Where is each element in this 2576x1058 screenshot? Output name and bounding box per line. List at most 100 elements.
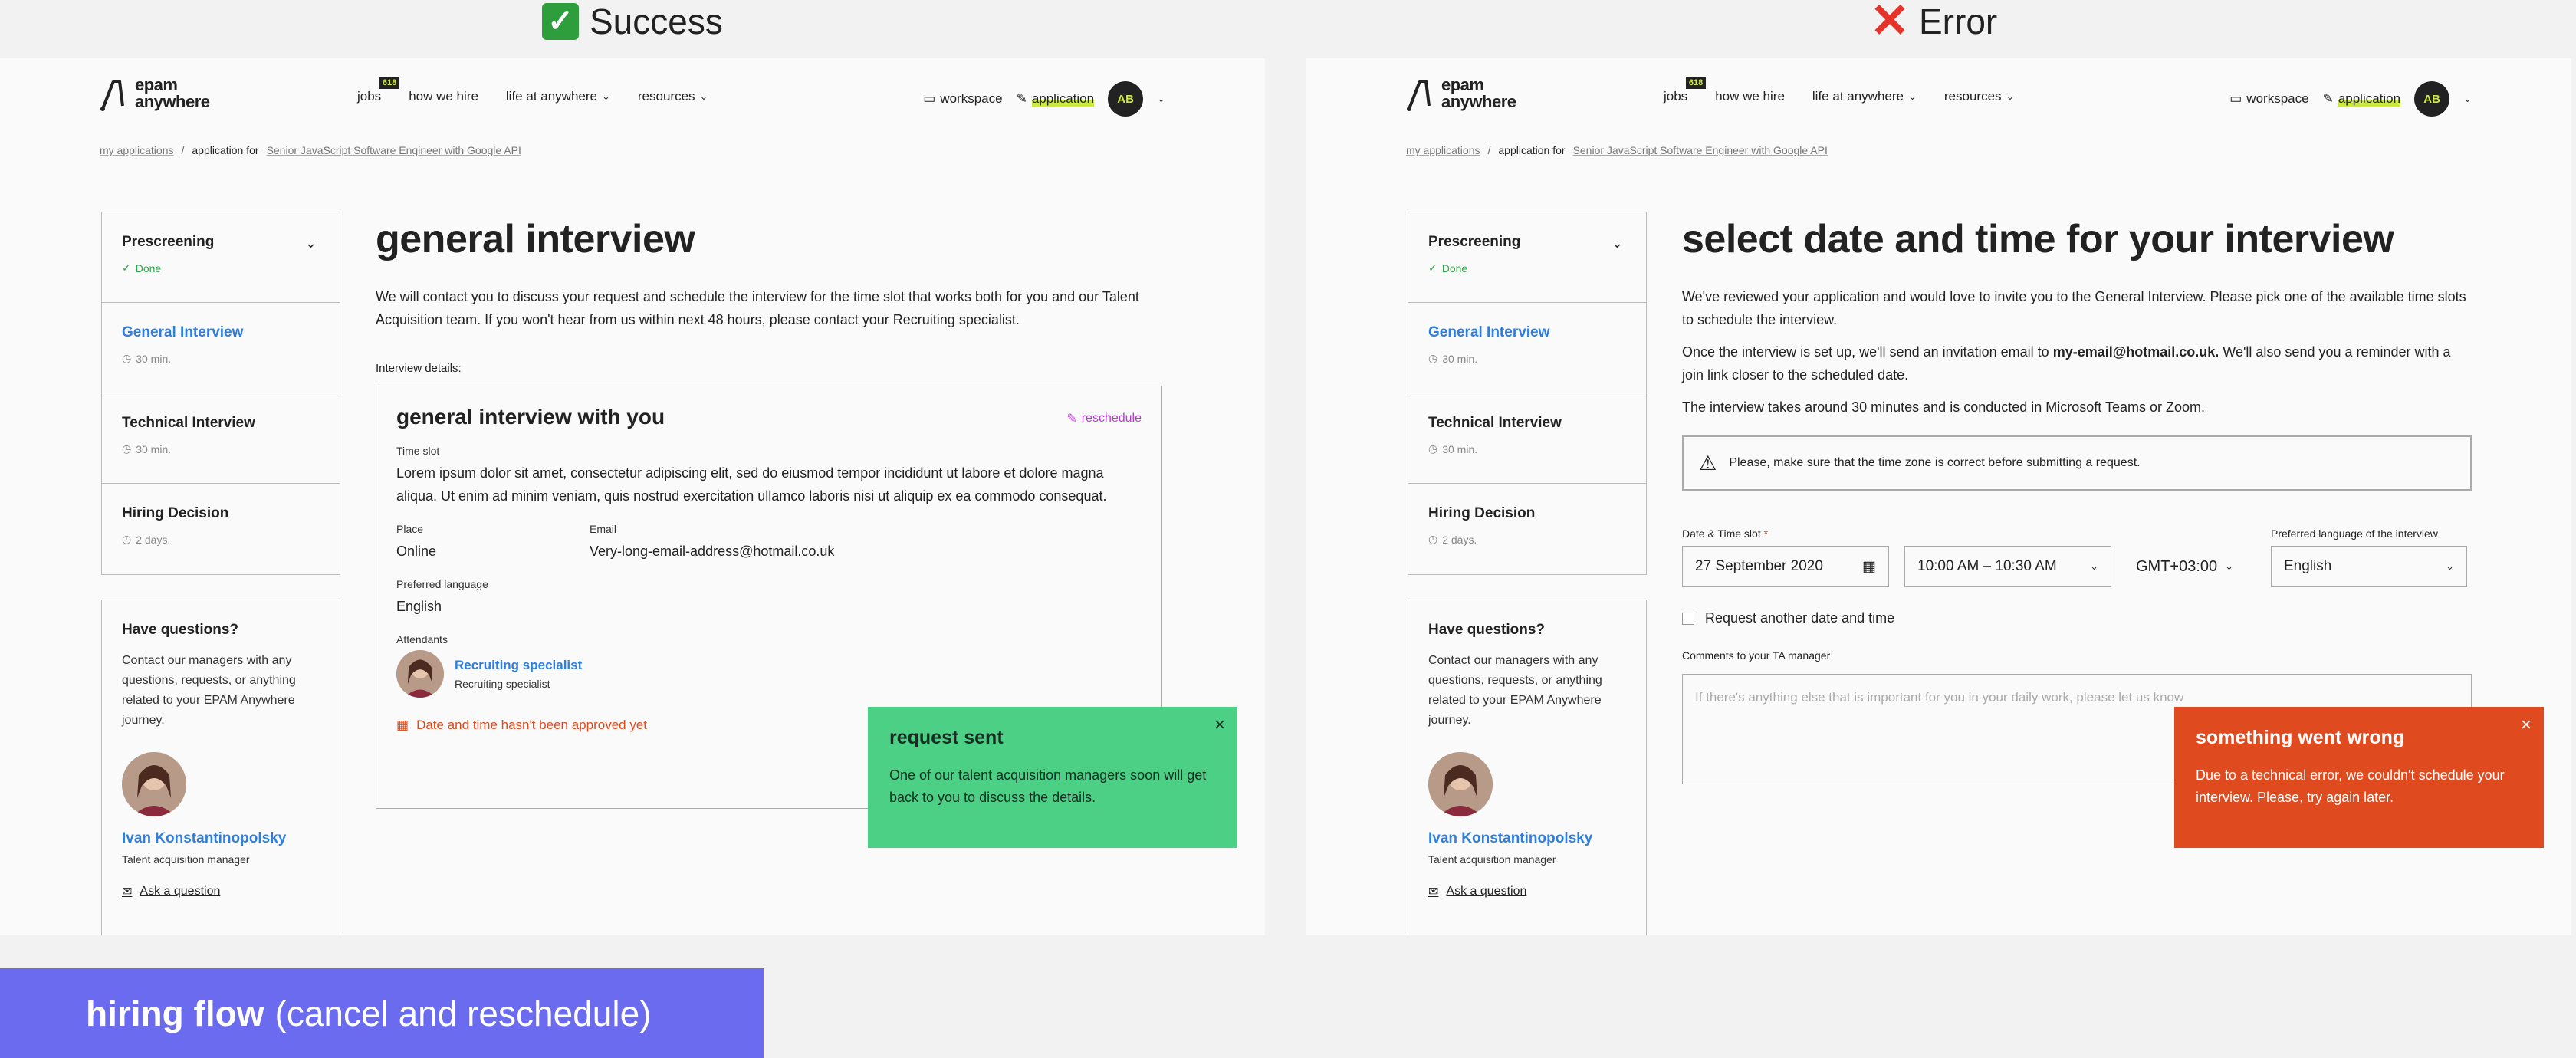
nav-life-at-anywhere[interactable]: life at anywhere ⌄	[506, 89, 610, 104]
schedule-content: select date and time for your interview …	[1682, 212, 2472, 784]
nav-resources-label: resources	[637, 89, 695, 104]
step-general-interview[interactable]: General Interview ◷ 30 min.	[1408, 303, 1646, 393]
nav-jobs[interactable]: jobs 618	[1664, 77, 1707, 104]
check-mark-icon: ✓	[542, 3, 579, 40]
chevron-down-icon[interactable]: ⌄	[1157, 93, 1165, 105]
document-icon: ✎	[1016, 91, 1027, 106]
ask-question-link[interactable]: ✉ Ask a question	[122, 884, 320, 899]
step-hiring-decision[interactable]: Hiring Decision ◷ 2 days.	[102, 484, 340, 574]
language-select[interactable]: English ⌄	[2271, 546, 2467, 587]
step-title: Prescreening	[1428, 234, 1521, 250]
language-value: English	[396, 599, 442, 614]
toast-title: request sent	[889, 727, 1004, 748]
attendant-name[interactable]: Recruiting specialist	[455, 658, 582, 673]
ask-question-label: Ask a question	[1446, 885, 1527, 898]
ask-question-link[interactable]: ✉ Ask a question	[1428, 884, 1626, 899]
step-title: Prescreening	[122, 234, 215, 250]
breadcrumb-application-for: application for	[192, 144, 259, 156]
breadcrumb-my-applications[interactable]: my applications	[100, 144, 174, 156]
timer-icon: ◷	[1428, 442, 1438, 455]
nav-jobs-label: jobs	[357, 89, 382, 104]
email-info-address: my-email@hotmail.co.uk.	[2052, 344, 2220, 360]
nav-resources[interactable]: resources ⌄	[1944, 89, 2015, 104]
time-slot-select[interactable]: 10:00 AM – 10:30 AM ⌄	[1904, 546, 2111, 587]
step-prescreening[interactable]: Prescreening ✓ Done ⌄	[1408, 212, 1646, 303]
manager-avatar	[1428, 752, 1493, 816]
jobs-count-badge: 618	[1685, 77, 1707, 89]
manager-name[interactable]: Ivan Konstantinopolsky	[122, 830, 320, 847]
breadcrumb-my-applications[interactable]: my applications	[1406, 144, 1480, 156]
step-title: General Interview	[122, 324, 244, 340]
logo-bottom: anywhere	[1441, 92, 1516, 111]
timer-icon: ◷	[122, 352, 132, 364]
timezone-value: GMT+03:00	[2136, 557, 2218, 575]
epam-anywhere-logo[interactable]: epam anywhere	[1406, 75, 1516, 112]
page-title: select date and time for your interview	[1682, 217, 2394, 261]
application-label: application	[2338, 91, 2401, 107]
step-prescreening[interactable]: Prescreening ✓ Done ⌄	[102, 212, 340, 303]
breadcrumb-separator: /	[1487, 144, 1491, 156]
nav-life-at-anywhere[interactable]: life at anywhere ⌄	[1812, 89, 1917, 104]
nav-resources[interactable]: resources ⌄	[638, 89, 708, 104]
request-another-label: Request another date and time	[1705, 610, 1895, 626]
toast-title: something went wrong	[2196, 727, 2405, 748]
cross-mark-icon: ✕	[1870, 0, 1910, 48]
step-status-text: Done	[1441, 261, 1468, 274]
nav-jobs[interactable]: jobs 618	[357, 77, 400, 104]
application-link[interactable]: ✎ application	[2323, 91, 2401, 107]
help-text: Contact our managers with any questions,…	[122, 654, 296, 727]
success-caption-text: Success	[590, 2, 723, 41]
step-technical-interview[interactable]: Technical Interview ◷ 30 min.	[102, 393, 340, 484]
time-slot-label: Time slot	[396, 445, 440, 457]
help-card: Have questions? Contact our managers wit…	[1408, 600, 1647, 935]
duration-info-text: The interview takes around 30 minutes an…	[1682, 399, 2205, 415]
epam-anywhere-logo[interactable]: epam anywhere	[100, 75, 210, 112]
manager-name[interactable]: Ivan Konstantinopolsky	[1428, 830, 1626, 847]
logo-mark-icon	[100, 80, 124, 111]
step-duration: ◷ 30 min.	[1428, 352, 1626, 365]
step-general-interview[interactable]: General Interview ◷ 30 min.	[102, 303, 340, 393]
step-duration-text: 30 min.	[1442, 442, 1478, 455]
user-avatar[interactable]: AB	[2414, 81, 2450, 117]
person-photo-icon	[396, 650, 444, 698]
chevron-down-icon[interactable]: ⌄	[305, 235, 317, 251]
step-duration-text: 30 min.	[136, 352, 172, 365]
date-value: 27 September 2020	[1695, 558, 1823, 574]
main-nav: jobs 618 how we hire life at anywhere ⌄ re…	[357, 77, 708, 104]
check-icon: ✓	[122, 261, 131, 274]
date-label-text: Date & Time slot	[1682, 527, 1761, 540]
check-icon: ✓	[1428, 261, 1438, 274]
error-toast: × something went wrong Due to a technica…	[2174, 707, 2544, 848]
timezone-notice-text: Please, make sure that the time zone is …	[1729, 456, 2141, 469]
workspace-link[interactable]: ▭ workspace	[923, 91, 1002, 107]
chevron-down-icon[interactable]: ⌄	[2463, 93, 2472, 105]
chevron-down-icon: ⌄	[2090, 560, 2098, 572]
email-info-text: Once the interview is set up, we'll send…	[1682, 340, 2472, 386]
step-title: Technical Interview	[1428, 415, 1562, 431]
chevron-down-icon[interactable]: ⌄	[1612, 235, 1623, 251]
breadcrumb-position[interactable]: Senior JavaScript Software Engineer with…	[1573, 144, 1828, 156]
timer-icon: ◷	[122, 442, 132, 455]
workspace-link[interactable]: ▭ workspace	[2229, 91, 2308, 107]
manager-role: Talent acquisition manager	[122, 853, 250, 866]
user-avatar[interactable]: AB	[1108, 81, 1144, 117]
timezone-select[interactable]: GMT+03:00 ⌄	[2122, 546, 2271, 587]
intro-text: We will contact you to discuss your requ…	[376, 289, 1139, 327]
application-link[interactable]: ✎ application	[1017, 91, 1095, 107]
close-icon[interactable]: ×	[2521, 716, 2532, 734]
nav-how-we-hire[interactable]: how we hire	[1715, 89, 1785, 104]
date-time-row: Date & Time slot * 27 September 2020 ▦ 10…	[1682, 527, 2472, 587]
chevron-down-icon: ⌄	[1907, 90, 1917, 102]
success-toast: × request sent One of our talent acquisi…	[868, 707, 1237, 848]
briefcase-icon: ▭	[2229, 91, 2242, 106]
step-technical-interview[interactable]: Technical Interview ◷ 30 min.	[1408, 393, 1646, 484]
close-icon[interactable]: ×	[1214, 716, 1225, 734]
nav-how-we-hire[interactable]: how we hire	[409, 89, 478, 104]
reschedule-button[interactable]: ✎ reschedule	[1066, 411, 1142, 426]
breadcrumb-position[interactable]: Senior JavaScript Software Engineer with…	[267, 144, 521, 156]
step-title: General Interview	[1428, 324, 1550, 340]
step-hiring-decision[interactable]: Hiring Decision ◷ 2 days.	[1408, 484, 1646, 574]
date-picker[interactable]: 27 September 2020 ▦	[1682, 546, 1889, 587]
flow-title-banner: hiring flow (cancel and reschedule)	[0, 968, 764, 1058]
request-another-checkbox[interactable]	[1682, 612, 1694, 625]
